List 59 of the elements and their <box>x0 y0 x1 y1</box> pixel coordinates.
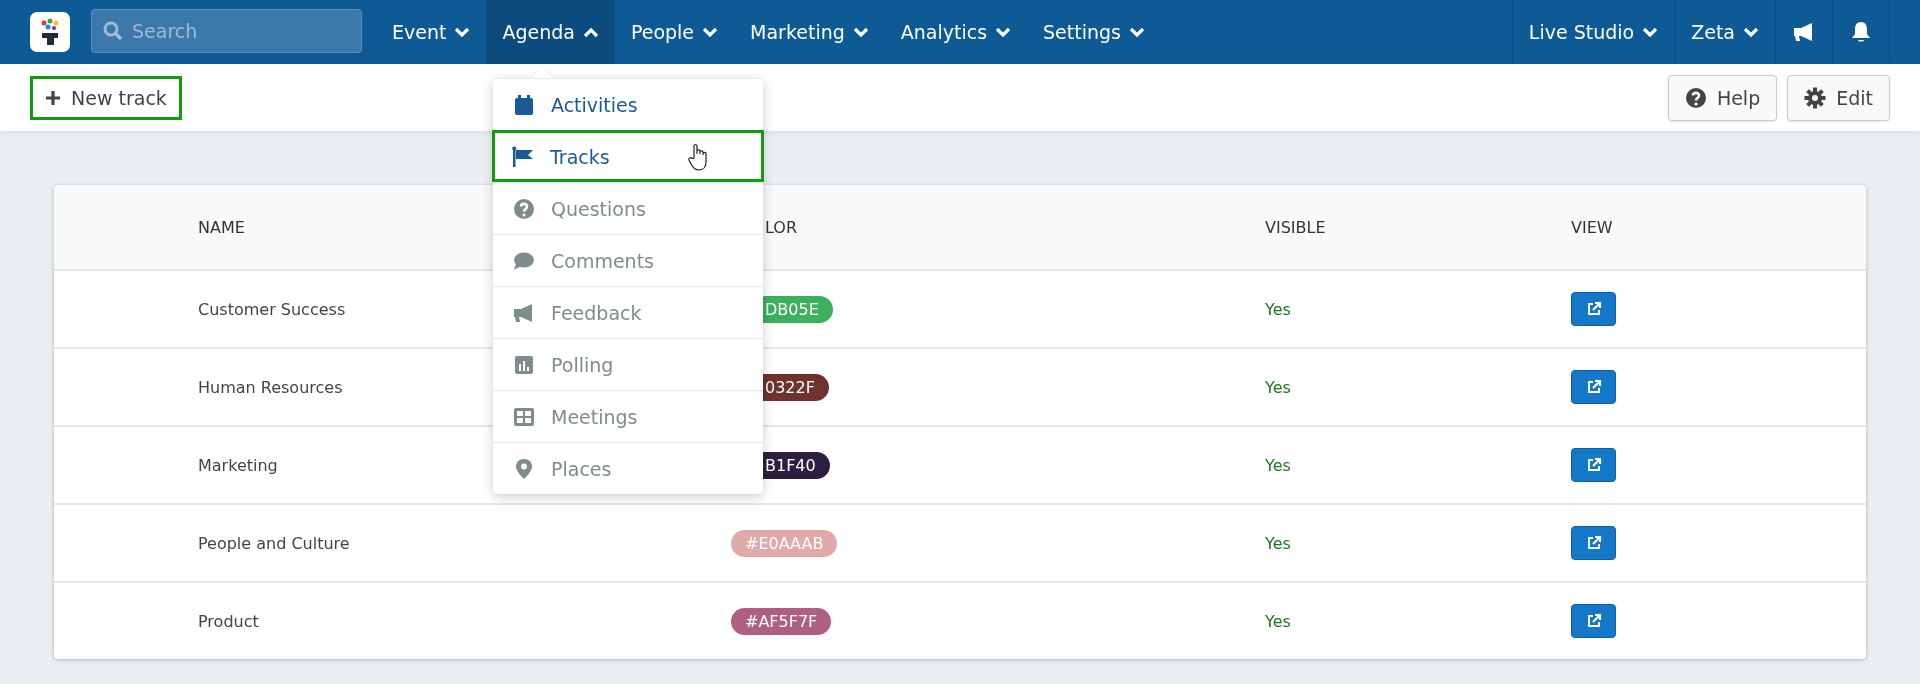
external-link-icon <box>1585 301 1602 317</box>
new-track-button[interactable]: New track <box>30 75 182 120</box>
column-header: LOR <box>764 217 799 237</box>
calendar-icon <box>514 93 534 116</box>
visible-value: Yes <box>1265 377 1291 397</box>
view-button[interactable] <box>1571 604 1616 638</box>
track-name: People and Culture <box>198 533 350 553</box>
nav-menu[interactable]: People <box>614 0 735 64</box>
column-header: VIEW <box>1571 217 1614 237</box>
visible-value: Yes <box>1265 611 1291 631</box>
chevron-up-icon <box>582 26 599 38</box>
track-name: Marketing <box>198 455 278 475</box>
table-icon <box>513 406 535 427</box>
nav-menu[interactable]: Settings <box>1027 0 1161 64</box>
nav-menu[interactable]: Event <box>376 0 487 64</box>
color-tag: DB05E <box>763 295 833 323</box>
help-button[interactable]: Help <box>1667 74 1778 121</box>
view-button[interactable] <box>1571 370 1616 404</box>
track-name: Human Resources <box>198 377 343 397</box>
color-tag: #AF5F7F <box>731 607 832 635</box>
flag-icon <box>511 145 535 168</box>
map-pin-icon <box>515 457 533 480</box>
visible-value: Yes <box>1265 299 1291 319</box>
external-link-icon <box>1585 457 1602 473</box>
edit-button[interactable]: Edit <box>1787 74 1890 121</box>
view-button[interactable] <box>1571 526 1616 560</box>
visible-value: Yes <box>1265 533 1291 553</box>
logo-icon[interactable] <box>30 12 70 52</box>
external-link-icon <box>1585 613 1602 629</box>
nav-menu[interactable]: Analytics <box>884 0 1028 64</box>
color-tag: #E0AAAB <box>731 529 838 557</box>
track-name: Customer Success <box>198 299 346 319</box>
search-field[interactable]: Search <box>91 9 362 53</box>
chevron-down-icon <box>702 26 719 38</box>
speech-bubble-icon <box>513 250 535 271</box>
bar-chart-icon <box>514 354 534 375</box>
chevron-down-icon <box>1129 26 1145 38</box>
hand-cursor-icon <box>688 143 710 171</box>
menu-item[interactable]: Activities <box>493 78 763 130</box>
menu-item[interactable]: Tracks <box>492 130 764 182</box>
column-header: VISIBLE <box>1265 217 1327 237</box>
chevron-down-icon <box>852 26 869 38</box>
nav-menu[interactable]: Agenda <box>486 0 615 64</box>
question-icon <box>513 197 535 220</box>
view-button[interactable] <box>1571 448 1616 482</box>
color-tag: B1F40 <box>763 451 830 479</box>
track-name: Product <box>198 611 259 631</box>
nav-menu[interactable]: Marketing <box>734 0 885 64</box>
view-button[interactable] <box>1571 292 1616 326</box>
gear-icon <box>1804 86 1827 109</box>
chevron-down-icon <box>454 26 471 38</box>
help-icon <box>1684 86 1707 109</box>
column-header: NAME <box>198 217 246 237</box>
external-link-icon <box>1585 379 1602 395</box>
chevron-down-icon <box>995 26 1012 38</box>
visible-value: Yes <box>1265 455 1291 475</box>
external-link-icon <box>1585 535 1602 551</box>
color-tag: 0322F <box>763 373 829 401</box>
plus-icon <box>45 89 61 106</box>
